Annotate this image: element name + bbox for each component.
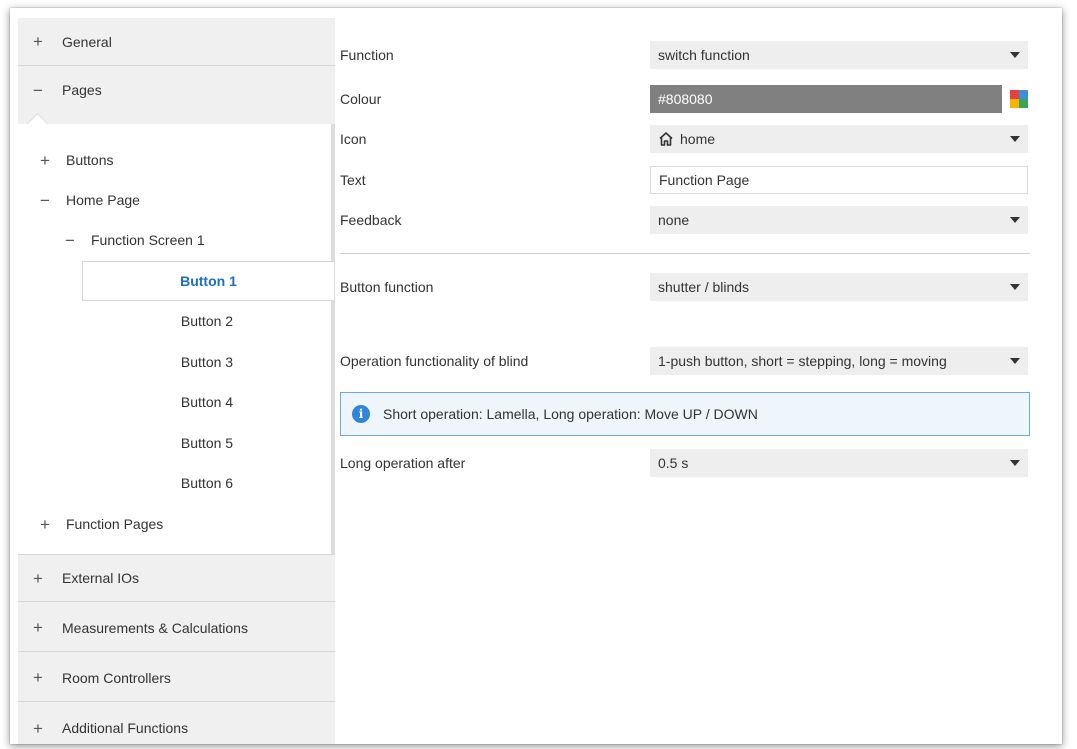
tree-item-label: Function Pages (66, 516, 164, 532)
dropdown-value: home (680, 131, 716, 147)
row-colour: Colour #808080 (340, 84, 1030, 114)
chevron-down-icon (1010, 358, 1020, 364)
expand-icon: + (33, 568, 43, 588)
row-long-operation: Long operation after 0.5 s (340, 448, 1030, 478)
expand-icon: + (33, 32, 43, 51)
row-text: Text Function Page (340, 165, 1030, 195)
tree-item-label: Button 3 (180, 354, 234, 370)
tree-item-button-6[interactable]: Button 6 (82, 463, 332, 503)
tree-item-label: Button 4 (180, 394, 234, 410)
sidebar: + General − Pages + Buttons − Home Page … (18, 18, 335, 744)
colour-value: #808080 (658, 91, 713, 107)
text-input[interactable]: Function Page (650, 166, 1028, 194)
dropdown-value: 0.5 s (658, 455, 689, 471)
expand-icon: + (33, 618, 43, 637)
info-icon: i (352, 405, 370, 423)
chevron-down-icon (1010, 217, 1020, 223)
row-function: Function switch function (340, 40, 1030, 70)
feedback-dropdown[interactable]: none (650, 206, 1028, 234)
sidebar-item-pages[interactable]: − Pages (18, 66, 335, 124)
tree-item-button-5[interactable]: Button 5 (82, 423, 332, 463)
pages-tree: + Buttons − Home Page − Function Screen … (18, 112, 335, 554)
tree-item-function-screen-1[interactable]: − Function Screen 1 (64, 220, 205, 260)
dropdown-value: 1-push button, short = stepping, long = … (658, 353, 947, 369)
tree-item-label: Buttons (66, 152, 114, 168)
collapse-icon: − (40, 190, 50, 210)
colour-field[interactable]: #808080 (650, 85, 1002, 113)
info-box: i Short operation: Lamella, Long operati… (340, 392, 1030, 436)
function-dropdown[interactable]: switch function (650, 41, 1028, 69)
dropdown-value: switch function (658, 47, 750, 63)
row-icon: Icon home (340, 124, 1030, 154)
row-button-function: Button function shutter / blinds (340, 272, 1030, 302)
tree-item-label: Function Screen 1 (91, 232, 205, 248)
tree-item-buttons[interactable]: + Buttons (39, 140, 113, 180)
sidebar-item-label: General (62, 33, 112, 50)
dropdown-value: none (658, 212, 690, 228)
field-label: Long operation after (340, 455, 466, 471)
field-label: Feedback (340, 212, 402, 228)
parameter-panel: Function switch function Colour #808080 … (340, 18, 1040, 744)
divider (340, 253, 1030, 254)
icon-dropdown[interactable]: home (650, 125, 1028, 153)
expand-icon: + (33, 718, 43, 738)
field-label: Function (340, 47, 394, 63)
home-icon (659, 132, 673, 146)
field-label: Icon (340, 131, 367, 147)
sidebar-item-measurements[interactable]: + Measurements & Calculations (18, 604, 335, 652)
sidebar-item-additional-functions[interactable]: + Additional Functions (18, 704, 335, 744)
tree-item-home-page[interactable]: − Home Page (39, 180, 140, 220)
chevron-down-icon (1010, 460, 1020, 466)
tree-item-button-4[interactable]: Button 4 (82, 382, 332, 422)
expand-icon: + (33, 668, 43, 687)
input-value: Function Page (659, 172, 750, 188)
tree-item-function-pages[interactable]: + Function Pages (39, 504, 163, 544)
color-palette-icon[interactable] (1010, 90, 1028, 108)
sidebar-item-label: Room Controllers (62, 669, 171, 686)
expand-icon: + (40, 150, 50, 170)
tree-item-label: Button 2 (180, 313, 234, 329)
row-feedback: Feedback none (340, 205, 1030, 235)
long-operation-dropdown[interactable]: 0.5 s (650, 449, 1028, 477)
tree-item-label: Button 5 (180, 435, 234, 451)
dropdown-value: shutter / blinds (658, 279, 750, 295)
collapse-icon: − (65, 230, 75, 250)
expand-icon: + (40, 514, 50, 534)
button-function-dropdown[interactable]: shutter / blinds (650, 273, 1028, 301)
field-label: Button function (340, 279, 434, 295)
sidebar-item-room-controllers[interactable]: + Room Controllers (18, 654, 335, 702)
operation-dropdown[interactable]: 1-push button, short = stepping, long = … (650, 347, 1028, 375)
field-label: Colour (340, 91, 382, 107)
sidebar-item-label: Pages (62, 82, 102, 98)
field-label: Text (340, 172, 366, 188)
sidebar-item-external-ios[interactable]: + External IOs (18, 554, 335, 602)
tree-item-label: Home Page (66, 192, 140, 208)
tree-item-button-2[interactable]: Button 2 (82, 301, 332, 341)
info-text: Short operation: Lamella, Long operation… (383, 406, 758, 422)
chevron-down-icon (1010, 284, 1020, 290)
chevron-down-icon (1010, 52, 1020, 58)
sidebar-item-label: External IOs (62, 570, 140, 586)
field-label: Operation functionality of blind (340, 353, 529, 369)
window: + General − Pages + Buttons − Home Page … (10, 8, 1062, 744)
tree-item-button-3[interactable]: Button 3 (82, 342, 332, 382)
chevron-down-icon (1010, 136, 1020, 142)
tree-item-label: Button 6 (180, 475, 234, 491)
tree-item-label: Button 1 (180, 273, 237, 289)
tree-item-button-1[interactable]: Button 1 (82, 261, 334, 301)
row-operation: Operation functionality of blind 1-push … (340, 346, 1030, 376)
collapse-icon: − (33, 80, 43, 100)
sidebar-item-label: Measurements & Calculations (62, 619, 248, 636)
sidebar-item-general[interactable]: + General (18, 18, 335, 66)
sidebar-item-label: Additional Functions (62, 720, 189, 736)
